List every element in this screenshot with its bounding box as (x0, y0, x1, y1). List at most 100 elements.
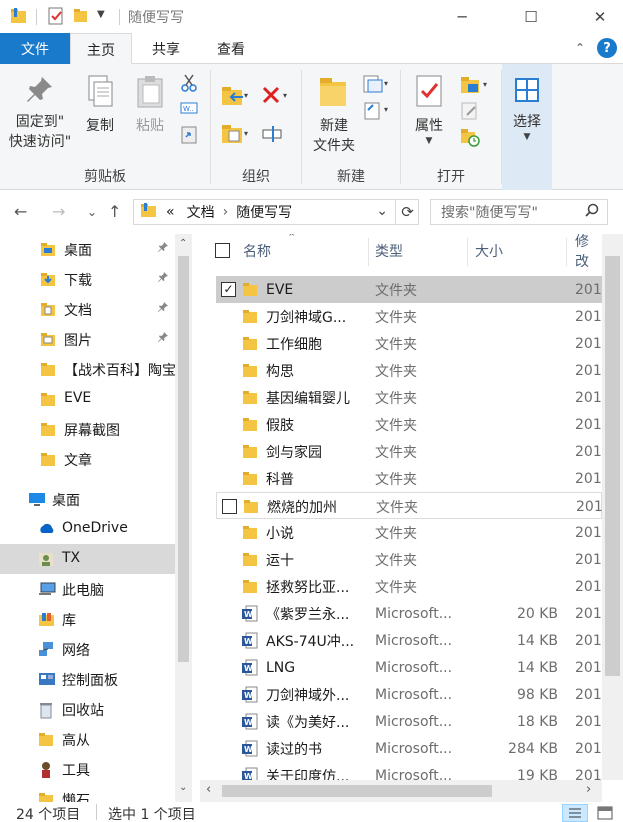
nav-item[interactable]: 图片 (0, 324, 175, 354)
nav-item[interactable]: 【战术百科】陶宝 (0, 354, 175, 384)
file-row[interactable]: 工作细胞 文件夹 201 (216, 330, 602, 357)
group-select[interactable]: 选择 ▼ (502, 64, 552, 190)
refresh-icon[interactable]: ⟳ (395, 199, 419, 225)
details-view-icon[interactable] (562, 804, 588, 822)
row-checkbox[interactable] (222, 499, 237, 514)
nav-item[interactable]: 高从 (0, 724, 175, 754)
address-bar[interactable]: « 文档 › 随便写写 ⌄ ⟳ (133, 199, 419, 225)
help-icon[interactable]: ? (597, 38, 617, 58)
nav-item[interactable]: 桌面 (0, 234, 175, 264)
file-row[interactable]: W 《紫罗兰永... Microsoft... 20 KB 201 (216, 600, 602, 627)
new-folder-quick-icon[interactable] (73, 7, 89, 23)
cut-icon[interactable] (180, 74, 198, 92)
file-row[interactable]: 科普 文件夹 201 (216, 465, 602, 492)
nav-item[interactable]: 工具 (0, 754, 175, 784)
file-row[interactable]: W 读过的书 Microsoft... 284 KB 201 (216, 735, 602, 762)
file-row[interactable]: 构思 文件夹 201 (216, 357, 602, 384)
file-row[interactable]: W LNG Microsoft... 14 KB 201 (216, 654, 602, 681)
breadcrumb-current[interactable]: 随便写写 (236, 202, 292, 222)
open-icon[interactable]: ▾ (459, 74, 493, 96)
nav-item[interactable]: 桌面 (0, 484, 175, 514)
nav-item[interactable]: TX (0, 544, 175, 574)
properties-dropdown-icon[interactable]: ▼ (426, 136, 433, 146)
file-row[interactable]: W 关于印度仿... Microsoft... 19 KB 201 (216, 762, 602, 780)
customize-dropdown-icon[interactable]: ▼ (97, 9, 105, 20)
collapse-ribbon-icon[interactable]: ⌃ (575, 41, 585, 55)
nav-item[interactable]: 控制面板 (0, 664, 175, 694)
pin-quick-access-button[interactable]: 固定到" 快速访问" (5, 74, 75, 152)
file-row[interactable]: 假肢 文件夹 201 (216, 411, 602, 438)
scroll-down-arrow-icon[interactable]: ⌄ (179, 782, 187, 793)
file-row[interactable]: 运十 文件夹 201 (216, 546, 602, 573)
horizontal-scroll-thumb[interactable] (222, 785, 492, 797)
nav-scrollbar[interactable]: ⌃ ⌄ (175, 234, 192, 802)
select-all-checkbox[interactable] (215, 243, 230, 258)
breadcrumb-documents[interactable]: 文档 (187, 202, 215, 222)
scroll-right-arrow-icon[interactable]: › (586, 782, 591, 797)
column-name[interactable]: 名称 (243, 234, 271, 268)
file-row[interactable]: 基因编辑婴儿 文件夹 201 (216, 384, 602, 411)
nav-item[interactable]: 网络 (0, 634, 175, 664)
file-row[interactable]: 小说 文件夹 201 (216, 519, 602, 546)
rename-icon[interactable] (261, 122, 285, 146)
close-button[interactable]: ✕ (577, 0, 623, 33)
row-checkbox[interactable]: ✓ (221, 282, 236, 297)
nav-item[interactable]: EVE (0, 384, 175, 414)
paste-shortcut-icon[interactable] (180, 124, 198, 144)
back-arrow-icon[interactable]: ← (14, 202, 27, 221)
properties-quick-icon[interactable] (47, 7, 65, 25)
column-type[interactable]: 类型 (375, 234, 403, 268)
nav-item[interactable]: 懒石 (0, 784, 175, 802)
file-row[interactable]: W 读《为美好... Microsoft... 18 KB 201 (216, 708, 602, 735)
column-modified[interactable]: 修改 (575, 234, 602, 270)
file-row[interactable]: W 刀剑神域外... Microsoft... 98 KB 201 (216, 681, 602, 708)
horizontal-scrollbar[interactable]: ‹ › (200, 780, 602, 802)
tab-file[interactable]: 文件 (0, 33, 70, 64)
tab-home[interactable]: 主页 (70, 33, 132, 65)
up-arrow-icon[interactable]: ↑ (108, 202, 121, 221)
history-icon[interactable] (459, 126, 481, 148)
copy-to-icon[interactable]: ▾ (221, 122, 251, 146)
file-row[interactable]: 剑与家园 文件夹 201 (216, 438, 602, 465)
copy-button[interactable]: 复制 (80, 74, 120, 136)
tab-share[interactable]: 共享 (135, 33, 197, 64)
file-row[interactable]: ✓ EVE 文件夹 201 (216, 276, 602, 303)
column-size[interactable]: 大小 (475, 234, 503, 268)
file-row[interactable]: 刀剑神域G... 文件夹 201 (216, 303, 602, 330)
delete-icon[interactable]: ▾ (261, 84, 293, 108)
nav-item[interactable]: 此电脑 (0, 574, 175, 604)
scroll-up-arrow-icon[interactable]: ⌃ (179, 238, 187, 249)
file-row[interactable]: W AKS-74U冲... Microsoft... 14 KB 201 (216, 627, 602, 654)
large-icons-view-icon[interactable] (592, 804, 618, 822)
nav-scroll-thumb[interactable] (178, 256, 189, 662)
address-dropdown-icon[interactable]: ⌄ (376, 203, 388, 219)
properties-button[interactable]: 属性 ▼ (407, 74, 451, 146)
nav-item[interactable]: 回收站 (0, 694, 175, 724)
maximize-button[interactable]: ☐ (508, 0, 554, 33)
file-list-scrollbar[interactable] (602, 234, 623, 780)
paste-button[interactable]: 粘贴 (128, 74, 172, 136)
move-to-icon[interactable]: ▾ (221, 84, 251, 108)
new-folder-button[interactable]: 新建 文件夹 (306, 74, 362, 156)
nav-item[interactable]: 下载 (0, 264, 175, 294)
edit-icon[interactable] (459, 100, 481, 122)
file-scroll-thumb[interactable] (605, 256, 620, 676)
forward-arrow-icon[interactable]: → (52, 202, 65, 221)
nav-item[interactable]: 库 (0, 604, 175, 634)
nav-item[interactable]: OneDrive (0, 514, 175, 544)
scroll-left-arrow-icon[interactable]: ‹ (206, 782, 211, 797)
breadcrumb-separator-icon[interactable]: › (223, 204, 229, 220)
copy-path-icon[interactable]: W.. (180, 100, 198, 116)
breadcrumb-overflow[interactable]: « (166, 204, 175, 220)
file-row[interactable]: 拯救努比亚... 文件夹 201 (216, 573, 602, 600)
nav-item[interactable]: 屏幕截图 (0, 414, 175, 444)
minimize-button[interactable]: ─ (439, 0, 485, 33)
search-input[interactable]: 搜索"随便写写" (430, 199, 608, 225)
nav-item[interactable]: 文章 (0, 444, 175, 474)
select-dropdown-icon[interactable]: ▼ (524, 132, 531, 142)
easy-access-icon[interactable]: ▾ (362, 100, 392, 122)
tab-view[interactable]: 查看 (200, 33, 262, 64)
nav-item[interactable]: 文档 (0, 294, 175, 324)
file-row[interactable]: 燃烧的加州 文件夹 201 (216, 492, 602, 519)
recent-locations-chevron-icon[interactable]: ⌄ (87, 205, 97, 219)
